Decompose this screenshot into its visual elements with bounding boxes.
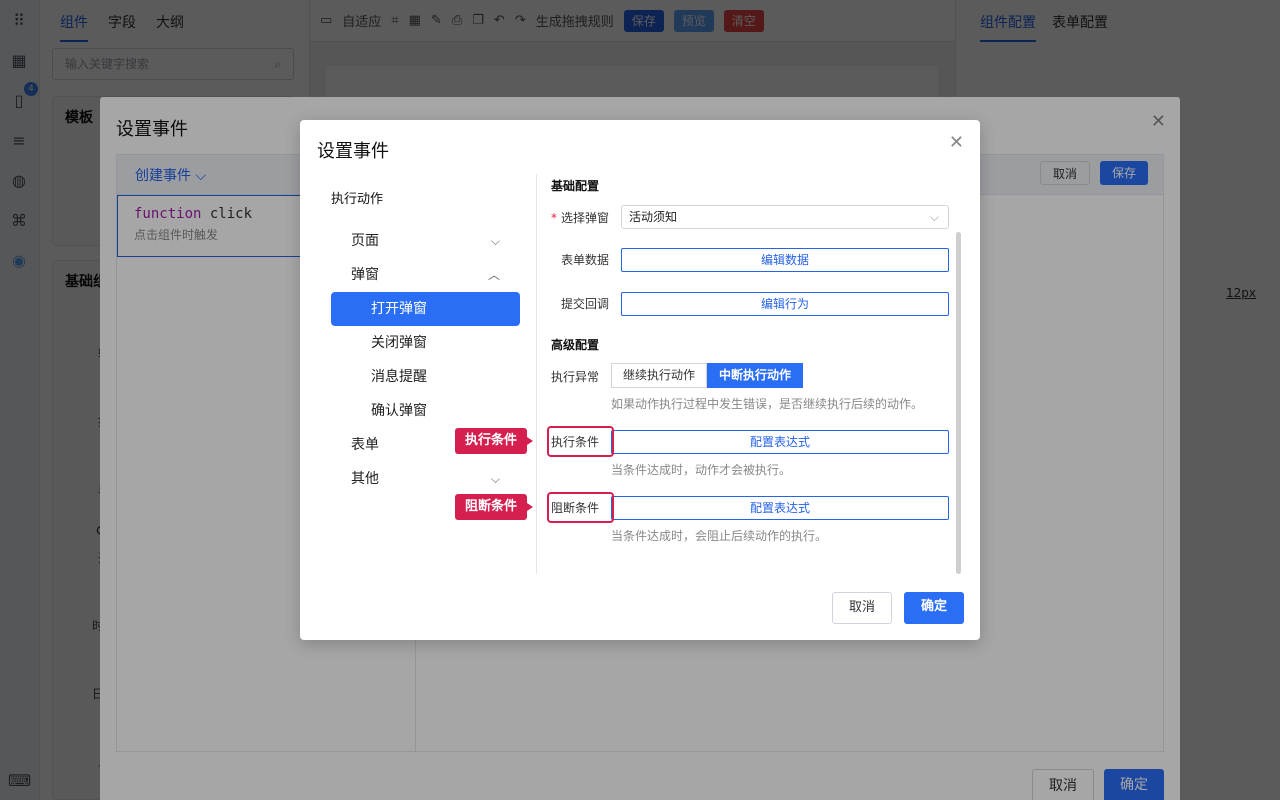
close-icon[interactable]: ✕ xyxy=(949,132,964,153)
chevron-down-icon: ⌵ xyxy=(490,234,500,248)
nav-label: 弹窗 xyxy=(351,267,379,283)
submit-callback-label: 提交回调 xyxy=(561,297,610,311)
nav-item-open-popup[interactable]: 打开弹窗 xyxy=(331,292,520,326)
nav-label: 页面 xyxy=(351,233,379,249)
chevron-down-icon: ⌵ xyxy=(929,210,939,224)
select-popup-label-text: 选择弹窗 xyxy=(561,211,610,225)
action-nav-header: 执行动作 xyxy=(331,192,384,207)
condition-expression-button[interactable]: 配置表达式 xyxy=(611,430,949,454)
nav-item-other[interactable]: 其他 ⌵ xyxy=(331,462,520,496)
exception-hint: 如果动作执行过程中发生错误，是否继续执行后续的动作。 xyxy=(611,397,924,411)
nav-label: 关闭弹窗 xyxy=(371,335,427,351)
chevron-up-icon: ︿ xyxy=(487,268,500,282)
condition-highlight-box xyxy=(547,426,614,457)
required-mark: * xyxy=(551,211,557,225)
nav-label: 确认弹窗 xyxy=(371,403,427,419)
block-highlight-box xyxy=(547,492,614,523)
form-data-label: 表单数据 xyxy=(561,253,610,267)
nav-item-confirm-popup[interactable]: 确认弹窗 xyxy=(331,394,520,428)
interrupt-action-option[interactable]: 中断执行动作 xyxy=(707,363,804,388)
nav-item-page[interactable]: 页面 ⌵ xyxy=(331,224,520,258)
exception-label: 执行异常 xyxy=(551,370,600,384)
block-callout-tag: 阻断条件 xyxy=(455,494,534,520)
block-hint: 当条件达成时，会阻止后续动作的执行。 xyxy=(611,529,828,543)
nav-label: 表单 xyxy=(351,437,379,453)
condition-callout-tag: 执行条件 xyxy=(455,428,534,454)
inner-cancel-button[interactable]: 取消 xyxy=(832,592,892,624)
nav-label: 其他 xyxy=(351,471,379,487)
edit-behavior-button[interactable]: 编辑行为 xyxy=(621,292,949,316)
basic-config-title: 基础配置 xyxy=(551,179,600,193)
popup-select[interactable]: 活动须知 ⌵ xyxy=(621,205,949,229)
nav-item-close-popup[interactable]: 关闭弹窗 xyxy=(331,326,520,360)
select-popup-label: * 选择弹窗 xyxy=(551,209,609,226)
nav-item-popup[interactable]: 弹窗 ︿ xyxy=(331,258,520,292)
nav-label: 消息提醒 xyxy=(371,369,427,385)
nav-item-message[interactable]: 消息提醒 xyxy=(331,360,520,394)
popup-select-value: 活动须知 xyxy=(629,210,678,224)
advanced-config-title: 高级配置 xyxy=(551,338,600,352)
condition-hint: 当条件达成时，动作才会被执行。 xyxy=(611,463,792,477)
block-expression-button[interactable]: 配置表达式 xyxy=(611,496,949,520)
continue-action-option[interactable]: 继续执行动作 xyxy=(611,363,708,388)
nav-label: 打开弹窗 xyxy=(371,301,427,317)
config-scrollbar[interactable] xyxy=(956,232,961,574)
exception-toggle: 继续执行动作 中断执行动作 xyxy=(611,363,804,388)
chevron-down-icon: ⌵ xyxy=(490,472,500,486)
panel-divider xyxy=(536,174,537,574)
inner-dialog-title: 设置事件 xyxy=(317,141,389,162)
inner-confirm-button[interactable]: 确定 xyxy=(904,592,964,624)
edit-data-button[interactable]: 编辑数据 xyxy=(621,248,949,272)
